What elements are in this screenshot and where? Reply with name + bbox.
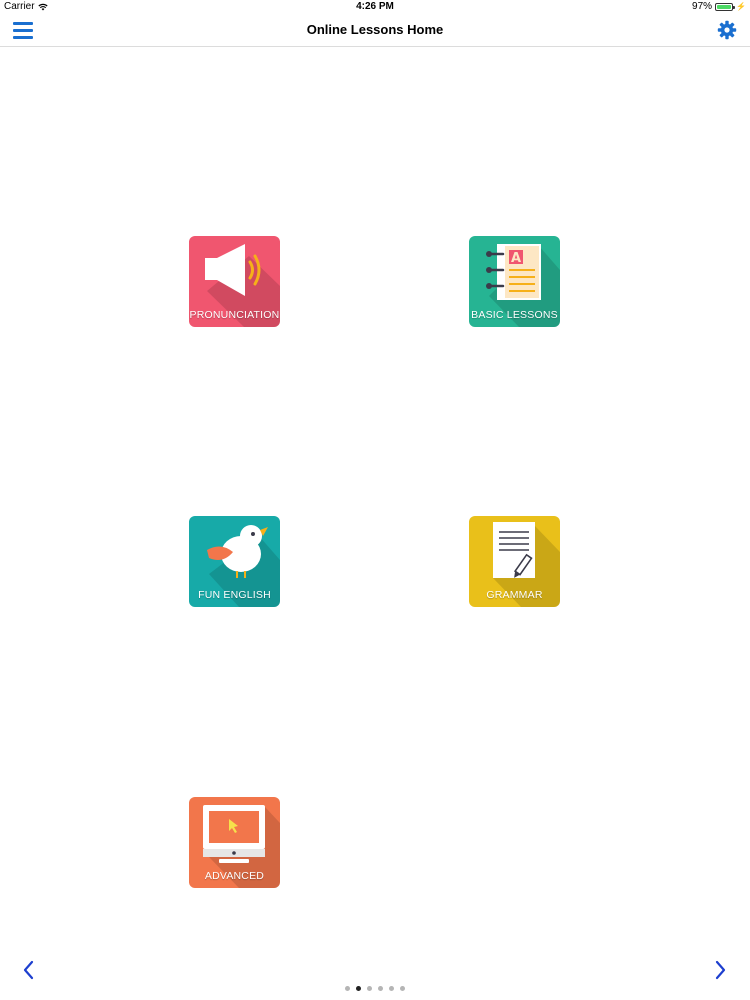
page-dot[interactable] xyxy=(389,986,394,991)
navigation-bar: Online Lessons Home xyxy=(0,14,750,47)
tile-pronunciation[interactable]: PRONUNCIATION xyxy=(189,236,280,327)
page-dot[interactable] xyxy=(378,986,383,991)
gear-icon xyxy=(717,20,737,40)
battery-icon xyxy=(715,2,736,11)
tile-advanced[interactable]: ADVANCED xyxy=(189,797,280,888)
page-dot[interactable] xyxy=(367,986,372,991)
battery-level xyxy=(717,4,732,9)
tile-grammar[interactable]: GRAMMAR xyxy=(469,516,560,607)
chevron-left-icon xyxy=(23,960,34,980)
chevron-right-icon xyxy=(715,960,726,980)
status-battery: 97% ⚡ xyxy=(692,1,746,12)
page-dot[interactable] xyxy=(356,986,361,991)
svg-text:A: A xyxy=(511,251,521,266)
page-title: Online Lessons Home xyxy=(306,22,444,37)
tile-basic-lessons[interactable]: A BASIC LESSONS xyxy=(469,236,560,327)
tile-label: PRONUNCIATION xyxy=(189,309,280,321)
page-indicator xyxy=(0,986,750,991)
page-dot[interactable] xyxy=(400,986,405,991)
status-time: 4:26 PM xyxy=(356,1,394,12)
page-dot[interactable] xyxy=(345,986,350,991)
tile-label: GRAMMAR xyxy=(486,589,543,601)
settings-button[interactable] xyxy=(717,20,737,40)
tile-fun-english[interactable]: FUN ENGLISH xyxy=(189,516,280,607)
next-page-button[interactable] xyxy=(708,958,732,982)
status-bar: Carrier 4:26 PM 97% ⚡ xyxy=(0,0,750,14)
tile-label: FUN ENGLISH xyxy=(198,589,271,601)
tile-label: ADVANCED xyxy=(204,870,265,882)
battery-percent: 97% xyxy=(692,1,713,12)
previous-page-button[interactable] xyxy=(17,958,41,982)
charging-icon: ⚡ xyxy=(736,1,746,11)
tile-label: BASIC LESSONS xyxy=(471,309,558,321)
